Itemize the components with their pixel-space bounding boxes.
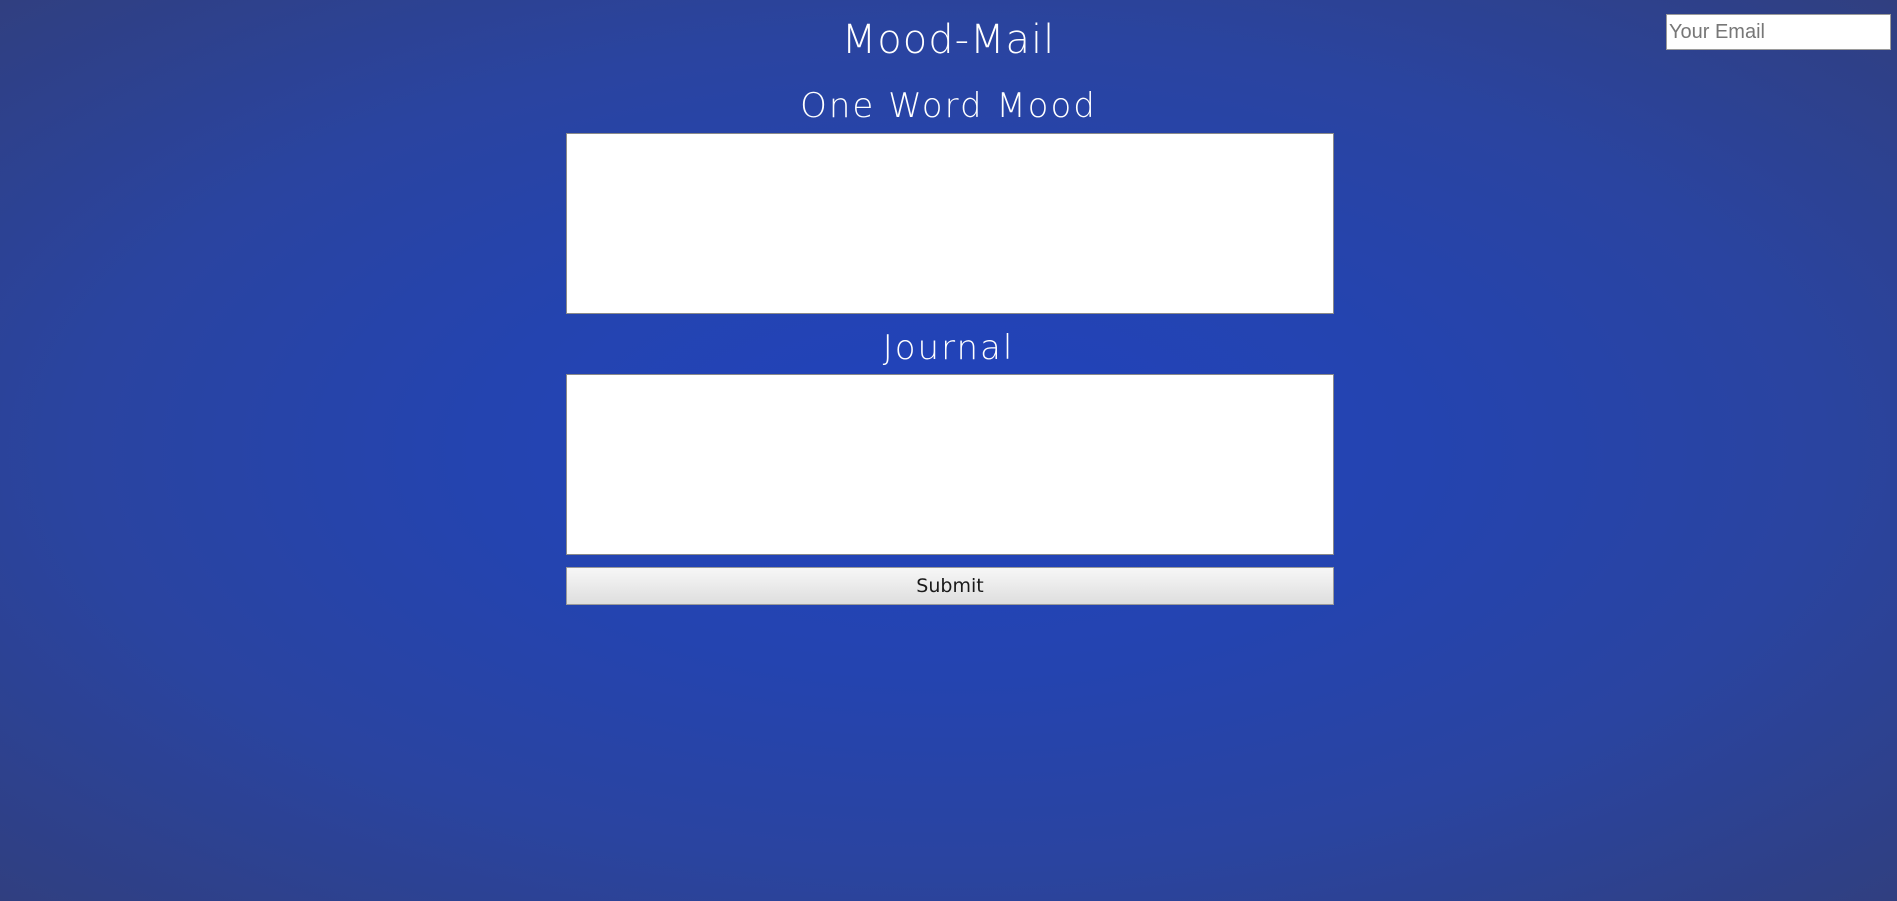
journal-label: Journal xyxy=(882,328,1015,368)
mood-label: One Word Mood xyxy=(800,86,1097,126)
mood-textarea[interactable] xyxy=(566,133,1334,314)
app-title: Mood-Mail xyxy=(841,17,1056,63)
email-field[interactable] xyxy=(1666,14,1891,50)
journal-textarea[interactable] xyxy=(566,374,1334,555)
submit-button[interactable]: Submit xyxy=(566,567,1334,605)
